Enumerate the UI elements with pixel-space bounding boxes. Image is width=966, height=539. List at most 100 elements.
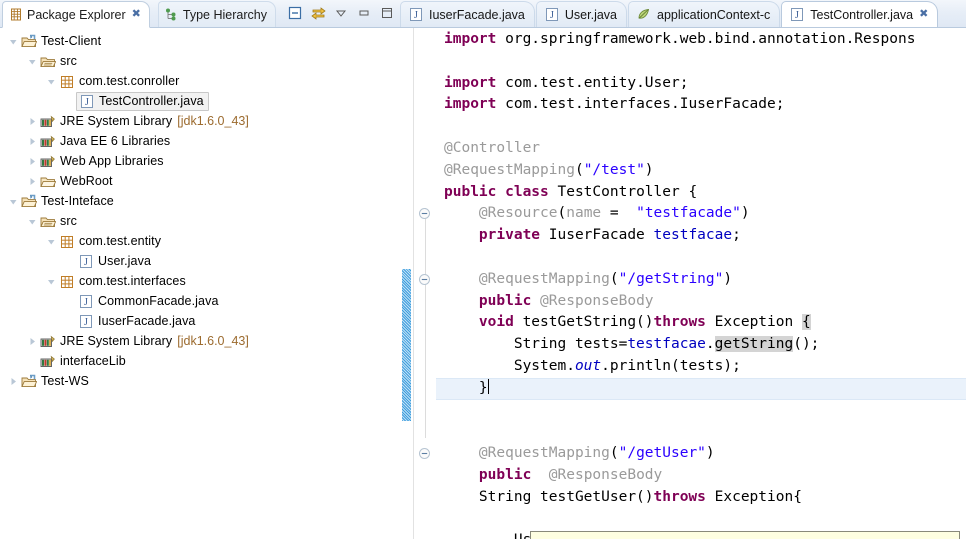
chevron-right-icon[interactable] — [25, 151, 39, 171]
chevron-down-icon[interactable] — [44, 271, 58, 291]
tree-item[interactable]: J IuserFacade.java — [0, 311, 400, 331]
chevron-down-icon[interactable] — [6, 191, 20, 211]
fold-collapse-icon[interactable] — [418, 207, 431, 220]
fold-collapse-icon[interactable] — [418, 273, 431, 286]
code-line[interactable]: public class TestController { — [436, 182, 966, 204]
tree-item[interactable]: Web App Libraries — [0, 151, 400, 171]
project-tree[interactable]: Test-Client src com.test.conroller J TestCon… — [0, 28, 400, 539]
java-file-icon: J — [77, 293, 95, 309]
code-text: com.test.interfaces.IuserFacade; — [496, 96, 785, 113]
selection-box: J TestController.java — [76, 91, 209, 111]
code-line[interactable]: @Resource(name = "testfacade") — [436, 203, 966, 225]
code-line[interactable]: System.out.println(tests); — [436, 356, 966, 378]
tree-item[interactable]: Java EE 6 Libraries — [0, 131, 400, 151]
editor-tab-applicationcontext-c[interactable]: applicationContext-c — [628, 1, 781, 27]
type-hierarchy-icon — [165, 7, 179, 23]
tree-item[interactable]: interfaceLib — [0, 351, 400, 371]
tree-item[interactable]: Test-WS — [0, 371, 400, 391]
code-line[interactable]: @RequestMapping("/test") — [436, 160, 966, 182]
chevron-down-icon[interactable] — [25, 51, 39, 71]
tree-item[interactable]: Test-Client — [0, 31, 400, 51]
code-line[interactable]: String tests=testfacae.getString(); — [436, 334, 966, 356]
code-text: Exception — [705, 314, 802, 331]
code-text: ( — [557, 205, 567, 222]
tree-item-label: Test-WS — [41, 374, 89, 388]
tree-item[interactable]: J TestController.java — [0, 91, 400, 111]
annotation-ruler[interactable] — [400, 28, 414, 539]
tree-item[interactable]: com.test.entity — [0, 231, 400, 251]
chevron-down-icon[interactable] — [25, 211, 39, 231]
tree-item[interactable]: WebRoot — [0, 171, 400, 191]
source-folder-icon — [39, 213, 57, 229]
code-annotation: @ResponseBody — [548, 466, 663, 483]
link-editor-icon[interactable] — [310, 5, 326, 21]
java-file-icon: J — [78, 93, 96, 109]
svg-text:J: J — [414, 10, 418, 21]
chevron-right-icon[interactable] — [25, 331, 39, 351]
code-text: ) — [644, 161, 654, 178]
chevron-down-icon[interactable] — [44, 71, 58, 91]
chevron-right-icon[interactable] — [25, 111, 39, 131]
code-text: } — [444, 379, 488, 396]
code-annotation: @ResponseBody — [540, 292, 654, 309]
editor-tab-iuserfacade-java[interactable]: J IuserFacade.java — [400, 1, 535, 27]
tree-item[interactable]: Test-Inteface — [0, 191, 400, 211]
tree-item[interactable]: com.test.interfaces — [0, 271, 400, 291]
tree-item[interactable]: src — [0, 211, 400, 231]
chevron-down-icon[interactable] — [333, 5, 349, 21]
code-line[interactable] — [436, 51, 966, 73]
code-line[interactable] — [436, 421, 966, 443]
library-icon — [39, 353, 57, 369]
tree-item-sublabel: [jdk1.6.0_43] — [177, 334, 249, 348]
tab-type-hierarchy[interactable]: Type Hierarchy — [157, 1, 276, 27]
chevron-right-icon[interactable] — [25, 171, 39, 191]
tree-item-label: CommonFacade.java — [98, 294, 219, 308]
code-line[interactable]: void testGetString()throws Exception { — [436, 312, 966, 334]
code-line[interactable]: @RequestMapping("/getUser") — [436, 443, 966, 465]
code-line[interactable] — [436, 116, 966, 138]
chevron-right-icon[interactable] — [6, 371, 20, 391]
tree-item[interactable]: JRE System Library [jdk1.6.0_43] — [0, 111, 400, 131]
code-line[interactable]: import com.test.interfaces.IuserFacade; — [436, 94, 966, 116]
code-line[interactable] — [436, 247, 966, 269]
maximize-icon[interactable] — [379, 5, 395, 21]
tab-package-explorer[interactable]: Package Explorer ✖ — [2, 1, 150, 28]
code-annotation: name — [566, 205, 602, 222]
code-line[interactable] — [436, 509, 966, 531]
tree-item[interactable]: J User.java — [0, 251, 400, 271]
code-line[interactable]: public @ResponseBody — [436, 465, 966, 487]
code-line[interactable]: private IuserFacade testfacae; — [436, 225, 966, 247]
code-line[interactable]: import com.test.entity.User; — [436, 73, 966, 95]
svg-text:J: J — [84, 257, 88, 268]
collapse-all-icon[interactable] — [287, 5, 303, 21]
tree-item[interactable]: com.test.conroller — [0, 71, 400, 91]
editor-tab-user-java[interactable]: J User.java — [535, 1, 627, 27]
folding-ruler[interactable] — [414, 28, 436, 539]
chevron-down-icon[interactable] — [6, 31, 20, 51]
minimize-icon[interactable] — [356, 5, 372, 21]
code-line[interactable]: } — [436, 378, 966, 400]
code-text: String testGetUser() — [444, 488, 654, 505]
code-line[interactable]: public @ResponseBody — [436, 291, 966, 313]
chevron-down-icon[interactable] — [44, 231, 58, 251]
library-icon — [39, 333, 57, 349]
code-line[interactable]: @Controller — [436, 138, 966, 160]
code-line[interactable]: import org.springframework.web.bind.anno… — [436, 29, 966, 51]
tree-item[interactable]: JRE System Library [jdk1.6.0_43] — [0, 331, 400, 351]
tree-item[interactable]: J CommonFacade.java — [0, 291, 400, 311]
close-icon[interactable]: ✖ — [919, 9, 928, 20]
close-icon[interactable]: ✖ — [132, 9, 141, 20]
code-line[interactable]: String testGetUser()throws Exception{ — [436, 487, 966, 509]
code-line[interactable]: @RequestMapping("/getString") — [436, 269, 966, 291]
fold-collapse-icon[interactable] — [418, 447, 431, 460]
source-code-text[interactable]: import org.springframework.web.bind.anno… — [436, 28, 966, 539]
editor-tab-testcontroller-java[interactable]: J TestController.java ✖ — [781, 1, 939, 27]
code-text: System. — [444, 357, 575, 374]
code-keyword: throws — [653, 488, 706, 505]
code-line[interactable] — [436, 400, 966, 422]
chevron-right-icon[interactable] — [25, 131, 39, 151]
tree-item[interactable]: src — [0, 51, 400, 71]
tab-label: Package Explorer — [27, 7, 126, 22]
